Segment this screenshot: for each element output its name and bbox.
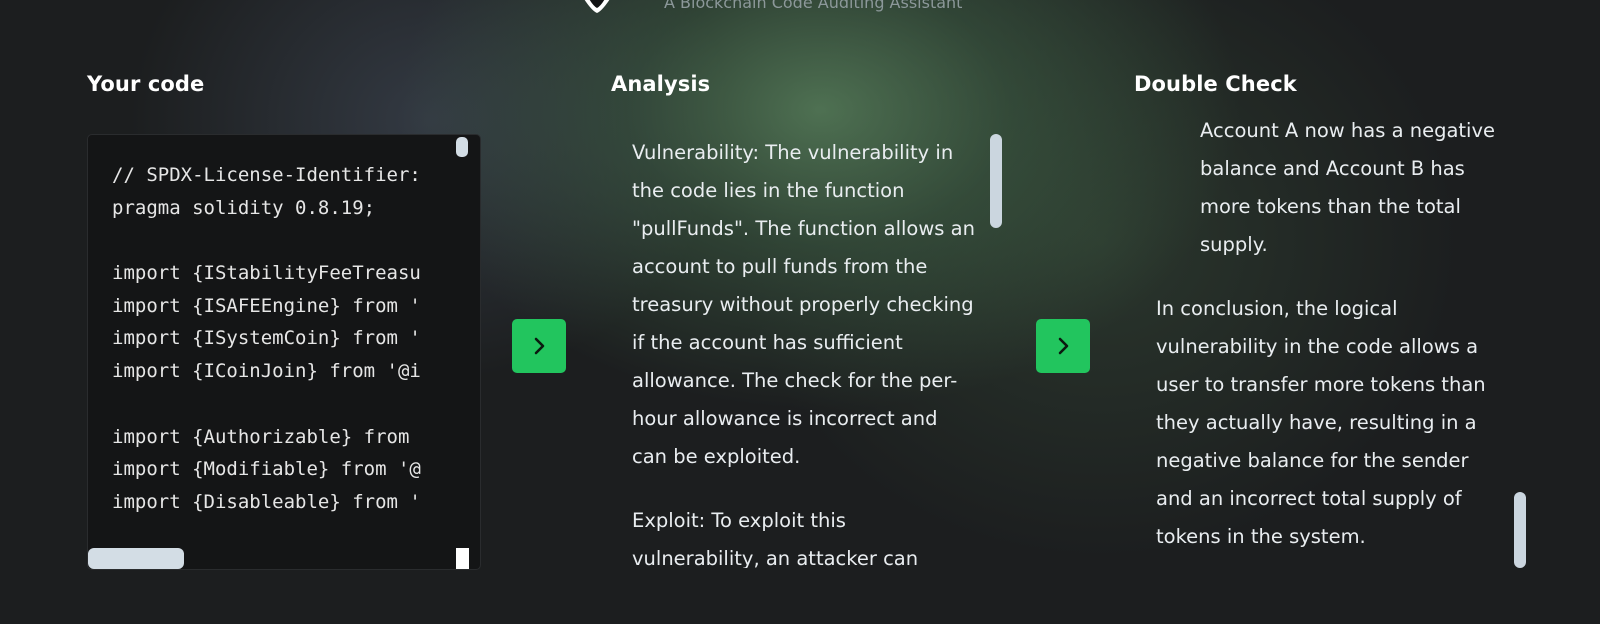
code-content[interactable]: // SPDX-License-Identifier: pragma solidi… [112,159,457,519]
double-check-list-text: Account A now has a negative balance and… [1200,122,1496,256]
chevron-right-icon [534,337,545,355]
code-line: import {Modifiable} from '@ [112,458,421,481]
double-check-button[interactable] [1036,319,1090,373]
analysis-text: Vulnerability: The vulnerability in the … [632,134,977,568]
app-header: A Blockchain Code Auditing Assistant [580,0,963,13]
code-line: import {Authorizable} from [112,425,421,448]
analysis-paragraph: Exploit: To exploit this vulnerability, … [632,509,919,568]
double-check-text: Account A now has a negative balance and… [1156,122,1501,568]
scrollbar-corner [456,548,469,569]
double-check-title: Double Check [1134,72,1297,96]
code-horizontal-scrollbar[interactable] [88,548,184,569]
code-line: import {ISystemCoin} from ' [112,327,421,350]
app-subtitle: A Blockchain Code Auditing Assistant [664,0,963,12]
double-check-scrollbar[interactable] [1514,492,1526,568]
analysis-title: Analysis [611,72,711,96]
chevron-right-icon [1058,337,1069,355]
analysis-paragraph: Vulnerability: The vulnerability in the … [632,141,975,468]
code-editor[interactable]: // SPDX-License-Identifier: pragma solidi… [87,134,481,570]
code-line: pragma solidity 0.8.19; [112,196,376,219]
double-check-panel[interactable]: Account A now has a negative balance and… [1140,122,1540,568]
your-code-title: Your code [87,72,205,96]
code-vertical-scrollbar[interactable] [456,137,468,157]
code-line: import {IStabilityFeeTreasu [112,262,421,285]
analysis-scrollbar[interactable] [990,134,1002,228]
code-line: import {ISAFEEngine} from ' [112,294,421,317]
code-line: import {ICoinJoin} from '@i [112,360,421,383]
analyze-button[interactable] [512,319,566,373]
code-line: import {Disableable} from ' [112,490,421,513]
shield-logo-icon [584,0,610,13]
double-check-conclusion: In conclusion, the logical vulnerability… [1156,297,1486,548]
code-line: // SPDX-License-Identifier: [112,164,421,186]
analysis-panel[interactable]: Vulnerability: The vulnerability in the … [612,131,1007,568]
